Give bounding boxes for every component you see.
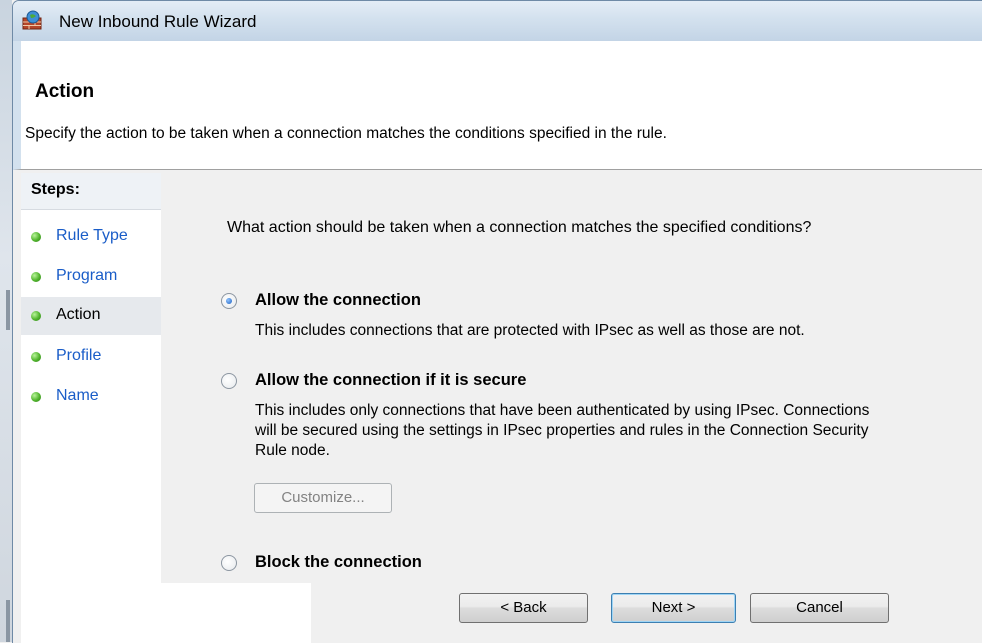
- cancel-button[interactable]: Cancel: [750, 593, 889, 623]
- wizard-header: Action Specify the action to be taken wh…: [13, 41, 982, 170]
- steps-pane: Steps: Rule Type Program Action Profile …: [21, 173, 161, 643]
- desktop-edge-mark: [6, 600, 10, 642]
- step-rule-type[interactable]: Rule Type: [21, 219, 161, 255]
- window-title: New Inbound Rule Wizard: [59, 12, 257, 31]
- step-label: Profile: [56, 347, 102, 364]
- steps-pane-footer: [21, 583, 311, 643]
- green-bullet-icon: [31, 272, 41, 282]
- next-button[interactable]: Next >: [611, 593, 736, 623]
- description-line: This includes connections that are prote…: [255, 322, 805, 339]
- page-description: Specify the action to be taken when a co…: [25, 125, 667, 142]
- step-profile[interactable]: Profile: [21, 339, 161, 375]
- allow-secure-description: This includes only connections that have…: [255, 401, 869, 461]
- step-name[interactable]: Name: [21, 379, 161, 415]
- description-line: will be secured using the settings in IP…: [255, 422, 869, 439]
- desktop-edge: [0, 0, 12, 642]
- content-pane: What action should be taken when a conne…: [161, 173, 982, 583]
- green-bullet-icon: [31, 392, 41, 402]
- green-bullet-icon: [31, 352, 41, 362]
- allow-label[interactable]: Allow the connection: [255, 291, 421, 310]
- steps-heading: Steps:: [21, 173, 161, 210]
- allow-secure-label[interactable]: Allow the connection if it is secure: [255, 371, 526, 390]
- step-label: Rule Type: [56, 227, 128, 244]
- firewall-icon: [22, 10, 42, 30]
- step-action[interactable]: Action: [21, 297, 161, 335]
- description-line: Rule node.: [255, 442, 330, 459]
- title-bar[interactable]: New Inbound Rule Wizard: [13, 1, 982, 41]
- desktop-edge-mark: [6, 290, 10, 330]
- page-title: Action: [35, 81, 95, 102]
- block-label[interactable]: Block the connection: [255, 553, 422, 572]
- back-button[interactable]: < Back: [459, 593, 588, 623]
- allow-radio[interactable]: [221, 293, 237, 309]
- action-question: What action should be taken when a conne…: [227, 219, 812, 236]
- wizard-window: New Inbound Rule Wizard Action Specify t…: [12, 0, 982, 643]
- green-bullet-icon: [31, 232, 41, 242]
- block-radio[interactable]: [221, 555, 237, 571]
- step-program[interactable]: Program: [21, 259, 161, 295]
- green-bullet-icon: [31, 311, 41, 321]
- allow-description: This includes connections that are prote…: [255, 321, 805, 341]
- steps-heading-label: Steps:: [31, 181, 80, 198]
- step-label: Name: [56, 387, 99, 404]
- allow-secure-radio[interactable]: [221, 373, 237, 389]
- step-label: Program: [56, 267, 118, 284]
- customize-button[interactable]: Customize...: [254, 483, 392, 513]
- description-line: This includes only connections that have…: [255, 402, 870, 419]
- step-label: Action: [56, 306, 101, 323]
